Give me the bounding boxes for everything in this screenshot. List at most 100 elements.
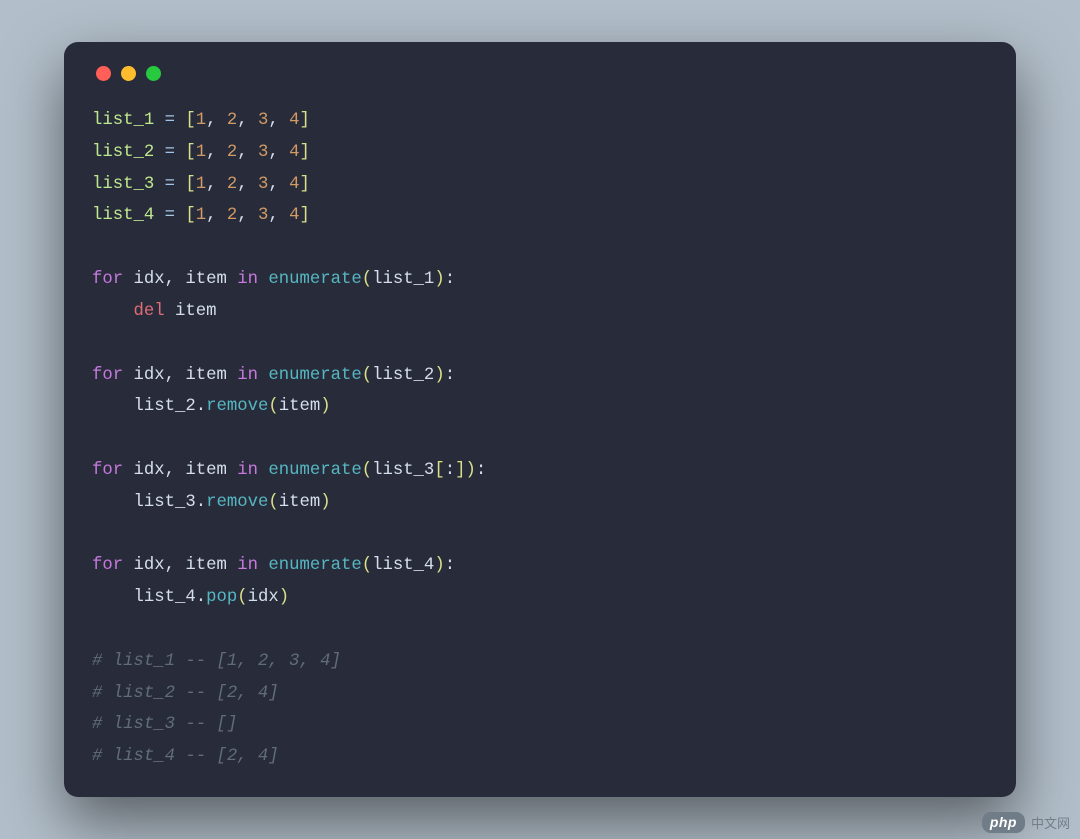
watermark-text: 中文网: [1031, 813, 1070, 832]
code-token: item: [185, 461, 226, 480]
code-token: .: [196, 588, 206, 607]
code-token: ,: [268, 175, 278, 194]
code-window: list_1 = [1, 2, 3, 4] list_2 = [1, 2, 3,…: [64, 42, 1016, 797]
code-token: 3: [258, 143, 268, 162]
code-token: list_2: [92, 143, 154, 162]
code-token: =: [165, 143, 175, 162]
code-token: ): [434, 270, 444, 289]
code-token: ,: [206, 175, 216, 194]
code-token: ,: [268, 143, 278, 162]
code-token: list_3: [92, 175, 154, 194]
code-token: ): [320, 493, 330, 512]
code-token: list_3: [372, 461, 434, 480]
code-token: (: [268, 397, 278, 416]
code-token: 1: [196, 111, 206, 130]
code-token: (: [237, 588, 247, 607]
code-token: list_1: [372, 270, 434, 289]
code-token: ,: [268, 206, 278, 225]
code-token: ,: [206, 206, 216, 225]
code-token: 2: [227, 111, 237, 130]
code-token: ): [465, 461, 475, 480]
code-token: list_1: [92, 111, 154, 130]
code-token: idx: [134, 461, 165, 480]
code-token: del: [133, 302, 164, 321]
code-token: ]: [299, 111, 309, 130]
code-token: ,: [206, 111, 216, 130]
code-token: ,: [237, 206, 247, 225]
code-token: ,: [165, 461, 175, 480]
code-token: ]: [455, 461, 465, 480]
code-token: =: [165, 111, 175, 130]
code-token: idx: [134, 366, 165, 385]
code-token: list_2: [372, 366, 434, 385]
code-token: (: [362, 461, 372, 480]
code-token: 1: [196, 206, 206, 225]
code-token: for: [92, 270, 123, 289]
window-titlebar: [92, 66, 988, 81]
code-token: ,: [237, 143, 247, 162]
code-token: idx: [134, 556, 165, 575]
code-token: (: [362, 366, 372, 385]
code-token: ): [434, 366, 444, 385]
code-token: [: [185, 175, 195, 194]
watermark: php 中文网: [982, 812, 1070, 833]
code-block: list_1 = [1, 2, 3, 4] list_2 = [1, 2, 3,…: [92, 105, 988, 773]
code-token: (: [362, 270, 372, 289]
code-token: for: [92, 366, 123, 385]
code-token: [: [185, 111, 195, 130]
code-token: item: [185, 556, 226, 575]
code-token: [: [434, 461, 444, 480]
code-token: ): [320, 397, 330, 416]
code-token: enumerate: [268, 366, 361, 385]
code-token: ): [279, 588, 289, 607]
code-token: pop: [206, 588, 237, 607]
code-token: 4: [289, 175, 299, 194]
code-token: .: [196, 493, 206, 512]
code-token: item: [175, 302, 216, 321]
code-token: 1: [196, 143, 206, 162]
code-token: item: [185, 366, 226, 385]
code-token: (: [268, 493, 278, 512]
code-token: ,: [165, 270, 175, 289]
code-token: list_4: [133, 588, 195, 607]
code-token: ,: [237, 175, 247, 194]
minimize-icon[interactable]: [121, 66, 136, 81]
code-token: ): [434, 556, 444, 575]
code-token: 1: [196, 175, 206, 194]
code-token: item: [279, 493, 320, 512]
watermark-badge: php: [982, 812, 1025, 833]
code-token: ,: [206, 143, 216, 162]
code-token: in: [237, 556, 258, 575]
code-token: =: [165, 206, 175, 225]
code-token: ]: [299, 175, 309, 194]
code-token: idx: [248, 588, 279, 607]
code-token: .: [196, 397, 206, 416]
code-token: item: [279, 397, 320, 416]
code-token: enumerate: [268, 270, 361, 289]
code-token: 4: [289, 206, 299, 225]
code-token: for: [92, 556, 123, 575]
code-token: remove: [206, 397, 268, 416]
code-token: 2: [227, 175, 237, 194]
code-token: item: [185, 270, 226, 289]
zoom-icon[interactable]: [146, 66, 161, 81]
code-token: :: [476, 461, 486, 480]
code-token: ,: [165, 556, 175, 575]
code-token: ,: [237, 111, 247, 130]
code-token: in: [237, 366, 258, 385]
code-comment: # list_1 -- [1, 2, 3, 4]: [92, 652, 341, 671]
code-token: ]: [299, 206, 309, 225]
code-token: for: [92, 461, 123, 480]
code-token: enumerate: [268, 556, 361, 575]
code-token: [: [185, 143, 195, 162]
code-comment: # list_2 -- [2, 4]: [92, 684, 279, 703]
code-token: 2: [227, 206, 237, 225]
code-token: [: [185, 206, 195, 225]
code-token: :: [445, 270, 455, 289]
code-token: 4: [289, 143, 299, 162]
code-token: 3: [258, 206, 268, 225]
code-token: list_2: [133, 397, 195, 416]
code-comment: # list_4 -- [2, 4]: [92, 747, 279, 766]
code-token: enumerate: [268, 461, 361, 480]
close-icon[interactable]: [96, 66, 111, 81]
